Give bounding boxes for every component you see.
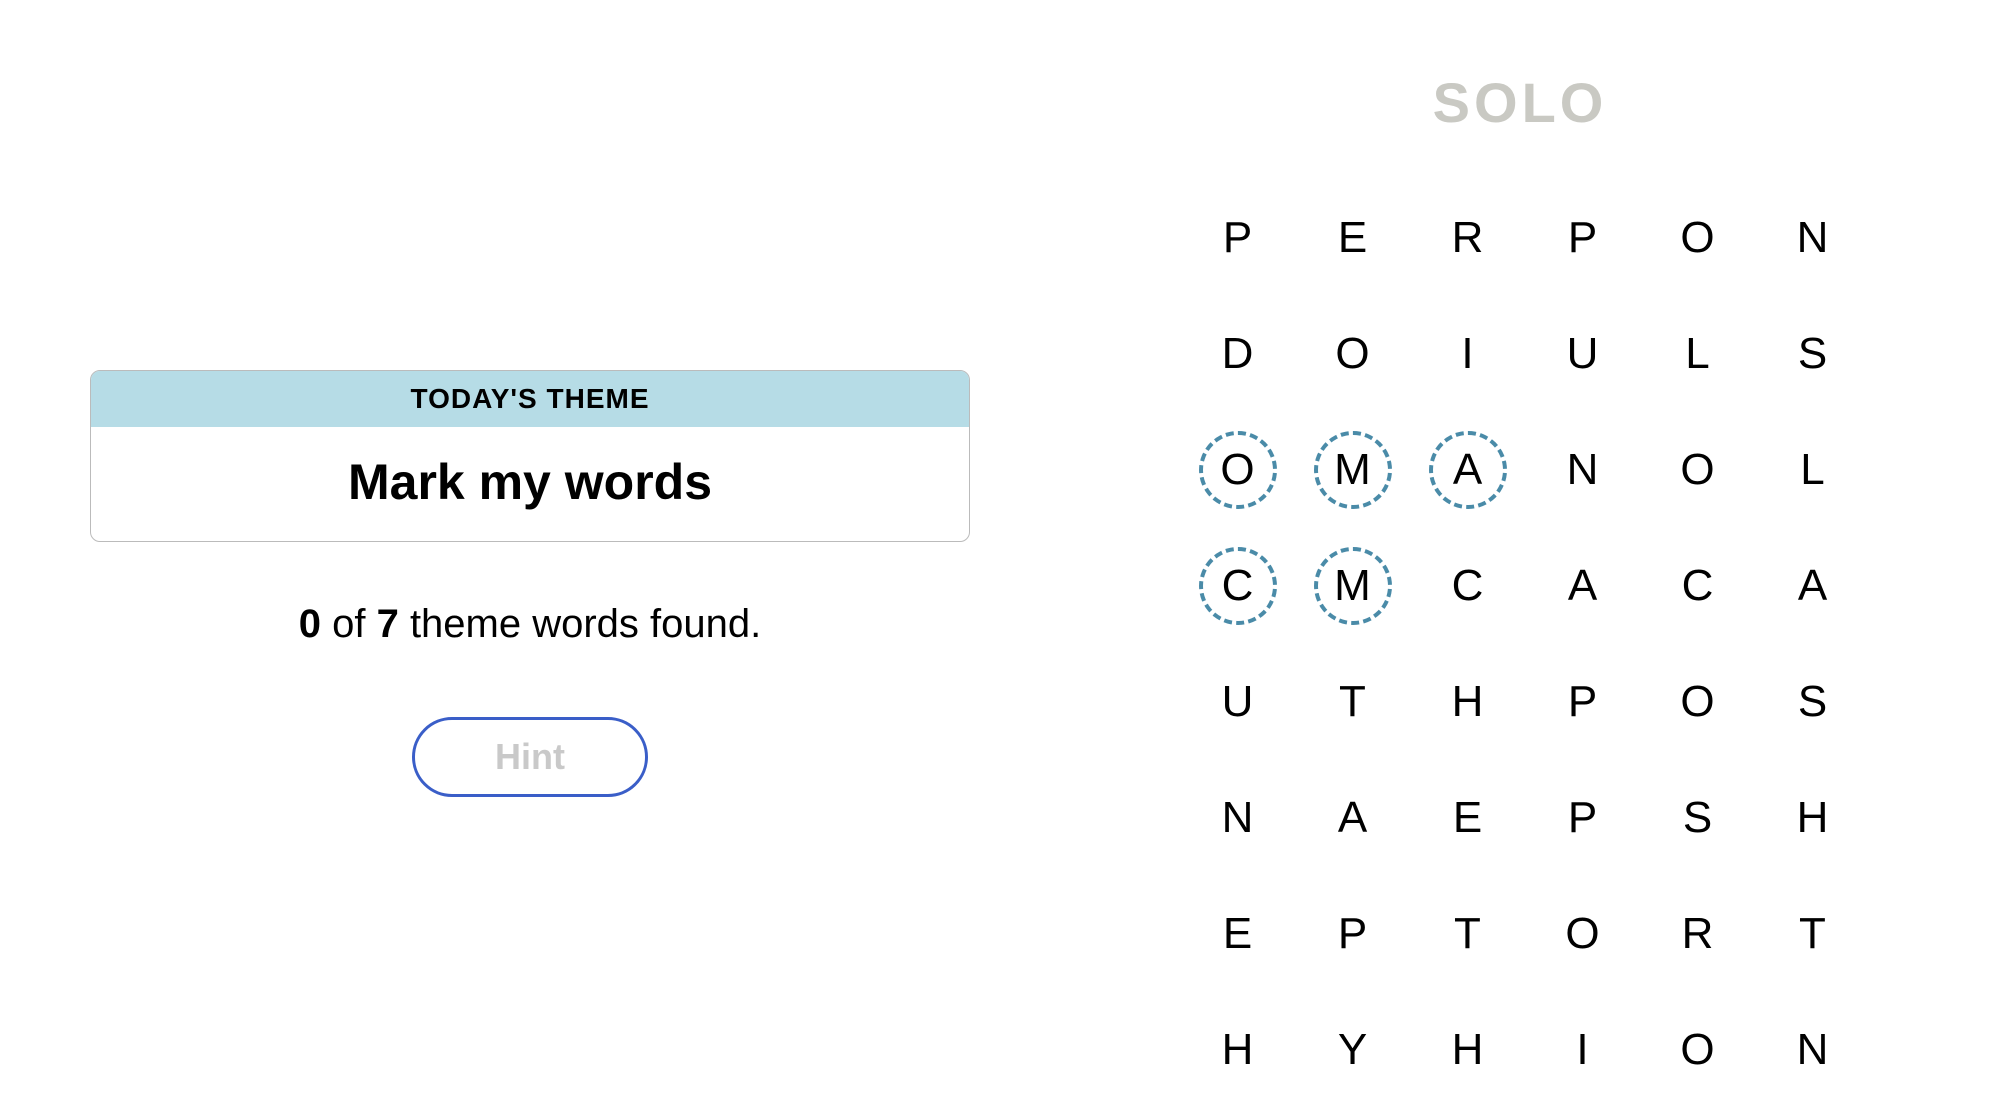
grid-cell[interactable]: H — [1410, 992, 1525, 1108]
selection-circle — [1314, 431, 1392, 509]
grid-cell[interactable]: A — [1295, 760, 1410, 876]
current-word-display: SOLO — [1180, 70, 1860, 135]
grid-cell[interactable]: O — [1640, 644, 1755, 760]
grid-cell[interactable]: N — [1180, 760, 1295, 876]
grid-cell[interactable]: L — [1640, 296, 1755, 412]
grid-cell[interactable]: O — [1640, 412, 1755, 528]
clue-panel: TODAY'S THEME Mark my words 0 of 7 theme… — [90, 370, 970, 797]
grid-cell[interactable]: T — [1410, 876, 1525, 992]
grid-cell[interactable]: M — [1295, 528, 1410, 644]
grid-cell[interactable]: N — [1755, 180, 1870, 296]
grid-cell[interactable]: U — [1525, 296, 1640, 412]
grid-cell[interactable]: T — [1295, 644, 1410, 760]
grid-cell[interactable]: E — [1295, 180, 1410, 296]
theme-card: TODAY'S THEME Mark my words — [90, 370, 970, 542]
grid-cell[interactable]: S — [1640, 760, 1755, 876]
grid-cell[interactable]: S — [1755, 296, 1870, 412]
grid-cell[interactable]: P — [1525, 180, 1640, 296]
grid-cell[interactable]: N — [1755, 992, 1870, 1108]
grid-cell[interactable]: O — [1525, 876, 1640, 992]
selection-circle — [1199, 547, 1277, 625]
grid-cell[interactable]: U — [1180, 644, 1295, 760]
theme-header-label: TODAY'S THEME — [91, 371, 969, 427]
found-count: 0 — [299, 602, 321, 646]
grid-cell[interactable]: H — [1755, 760, 1870, 876]
grid-cell[interactable]: O — [1640, 180, 1755, 296]
grid-cell[interactable]: C — [1410, 528, 1525, 644]
grid-cell[interactable]: A — [1525, 528, 1640, 644]
grid-cell[interactable]: H — [1410, 644, 1525, 760]
grid-cell[interactable]: A — [1410, 412, 1525, 528]
progress-suffix: theme words found. — [399, 602, 761, 646]
grid-cell[interactable]: H — [1180, 992, 1295, 1108]
grid-cell[interactable]: O — [1295, 296, 1410, 412]
grid-cell[interactable]: M — [1295, 412, 1410, 528]
theme-title: Mark my words — [91, 427, 969, 541]
letter-grid: PERPONDOIULSOMANOLCMCACAUTHPOSNAEPSHEPTO… — [1180, 180, 1870, 1108]
grid-cell[interactable]: P — [1180, 180, 1295, 296]
grid-cell[interactable]: C — [1180, 528, 1295, 644]
grid-cell[interactable]: O — [1180, 412, 1295, 528]
selection-circle — [1199, 431, 1277, 509]
hint-button[interactable]: Hint — [412, 717, 648, 797]
grid-cell[interactable]: R — [1410, 180, 1525, 296]
grid-cell[interactable]: Y — [1295, 992, 1410, 1108]
grid-cell[interactable]: E — [1180, 876, 1295, 992]
grid-cell[interactable]: D — [1180, 296, 1295, 412]
grid-cell[interactable]: E — [1410, 760, 1525, 876]
of-label: of — [321, 602, 377, 646]
grid-cell[interactable]: T — [1755, 876, 1870, 992]
grid-cell[interactable]: P — [1295, 876, 1410, 992]
selection-circle — [1429, 431, 1507, 509]
progress-text: 0 of 7 theme words found. — [90, 602, 970, 647]
grid-cell[interactable]: S — [1755, 644, 1870, 760]
hint-container: Hint — [90, 717, 970, 797]
selection-circle — [1314, 547, 1392, 625]
grid-cell[interactable]: R — [1640, 876, 1755, 992]
grid-cell[interactable]: A — [1755, 528, 1870, 644]
grid-cell[interactable]: I — [1525, 992, 1640, 1108]
grid-cell[interactable]: P — [1525, 644, 1640, 760]
grid-cell[interactable]: L — [1755, 412, 1870, 528]
grid-cell[interactable]: C — [1640, 528, 1755, 644]
grid-cell[interactable]: P — [1525, 760, 1640, 876]
grid-cell[interactable]: I — [1410, 296, 1525, 412]
grid-cell[interactable]: O — [1640, 992, 1755, 1108]
game-panel: SOLO PERPONDOIULSOMANOLCMCACAUTHPOSNAEPS… — [1180, 70, 1870, 1108]
total-count: 7 — [377, 602, 399, 646]
grid-cell[interactable]: N — [1525, 412, 1640, 528]
